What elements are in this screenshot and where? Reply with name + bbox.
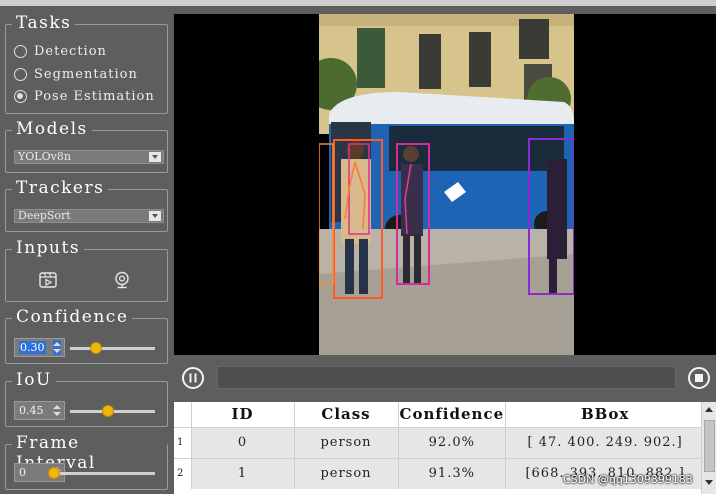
scroll-down-icon[interactable] <box>704 478 714 488</box>
confidence-group: Confidence 0.30 <box>5 307 168 364</box>
inputs-group: Inputs <box>5 238 168 302</box>
inputs-title: Inputs <box>12 238 85 258</box>
radio-segmentation-label: Segmentation <box>34 67 138 82</box>
radio-detection-indicator[interactable] <box>14 45 27 58</box>
radio-pose-estimation-label: Pose Estimation <box>34 89 155 104</box>
tracker-select[interactable]: DeepSort <box>14 209 164 223</box>
table-corner <box>174 402 192 427</box>
trackers-group: Trackers DeepSort <box>5 178 168 232</box>
pause-icon[interactable] <box>182 367 204 389</box>
model-select[interactable]: YOLOv8n <box>14 150 164 164</box>
confidence-slider-track[interactable] <box>70 347 155 350</box>
row-number: 2 <box>174 457 192 489</box>
column-header-confidence[interactable]: Confidence <box>398 402 507 427</box>
table-scrollbar[interactable] <box>701 402 716 494</box>
iou-spinbox[interactable]: 0.45 <box>14 401 65 420</box>
radio-pose-estimation-indicator[interactable] <box>14 90 27 103</box>
row-number: 1 <box>174 426 192 458</box>
tasks-group: Tasks Detection Segmentation Pose Estima… <box>5 13 168 114</box>
cell-class[interactable]: person <box>294 426 399 458</box>
cell-confidence[interactable]: 91.3% <box>398 457 507 489</box>
cell-confidence[interactable]: 92.0% <box>398 426 507 458</box>
models-title: Models <box>12 119 92 139</box>
frame-interval-value: 0 <box>19 466 26 479</box>
table-row[interactable]: 1 0 person 92.0% [ 47. 400. 249. 902.] <box>174 426 706 458</box>
cell-id[interactable]: 1 <box>191 457 295 489</box>
iou-group: IoU 0.45 <box>5 370 168 427</box>
radio-segmentation-indicator[interactable] <box>14 68 27 81</box>
spin-arrows-icon[interactable] <box>53 340 61 355</box>
column-header-class[interactable]: Class <box>294 402 399 427</box>
column-header-id[interactable]: ID <box>191 402 295 427</box>
cell-bbox[interactable]: [ 47. 400. 249. 902.] <box>505 426 706 458</box>
tasks-title: Tasks <box>12 13 76 33</box>
frame-interval-group: Frame Interval 0 <box>5 433 168 490</box>
column-header-bbox[interactable]: BBox <box>505 402 706 427</box>
playback-progress-bar[interactable] <box>217 366 676 389</box>
table-header-row: ID Class Confidence BBox <box>174 402 706 427</box>
model-select-value: YOLOv8n <box>18 150 71 163</box>
video-frame <box>319 14 574 355</box>
cell-id[interactable]: 0 <box>191 426 295 458</box>
iou-slider-handle[interactable] <box>102 405 115 417</box>
confidence-slider-handle[interactable] <box>89 342 102 354</box>
confidence-value: 0.30 <box>19 341 46 354</box>
video-display <box>174 14 716 355</box>
trackers-title: Trackers <box>12 178 109 198</box>
watermark: CSDN @qq1309399183 <box>563 473 693 486</box>
radio-segmentation[interactable]: Segmentation <box>14 67 138 82</box>
confidence-title: Confidence <box>12 307 133 327</box>
chevron-down-icon[interactable] <box>149 211 161 221</box>
stop-icon[interactable] <box>688 367 710 389</box>
models-group: Models YOLOv8n <box>5 119 168 173</box>
confidence-spinbox[interactable]: 0.30 <box>14 338 65 357</box>
frame-interval-slider-track[interactable] <box>60 472 155 475</box>
chevron-down-icon[interactable] <box>149 152 161 162</box>
radio-pose-estimation[interactable]: Pose Estimation <box>14 89 155 104</box>
iou-value: 0.45 <box>19 404 44 417</box>
cell-class[interactable]: person <box>294 457 399 489</box>
iou-title: IoU <box>12 370 56 390</box>
radio-detection[interactable]: Detection <box>14 44 107 59</box>
radio-detection-label: Detection <box>34 44 107 59</box>
video-file-icon[interactable] <box>38 270 58 290</box>
scroll-up-icon[interactable] <box>704 404 714 414</box>
scroll-thumb[interactable] <box>704 420 715 472</box>
webcam-icon[interactable] <box>112 270 132 290</box>
spin-arrows-icon[interactable] <box>53 403 61 418</box>
window-top-bar <box>0 0 716 6</box>
frame-interval-slider-handle[interactable] <box>48 467 60 479</box>
tracker-select-value: DeepSort <box>18 209 71 222</box>
